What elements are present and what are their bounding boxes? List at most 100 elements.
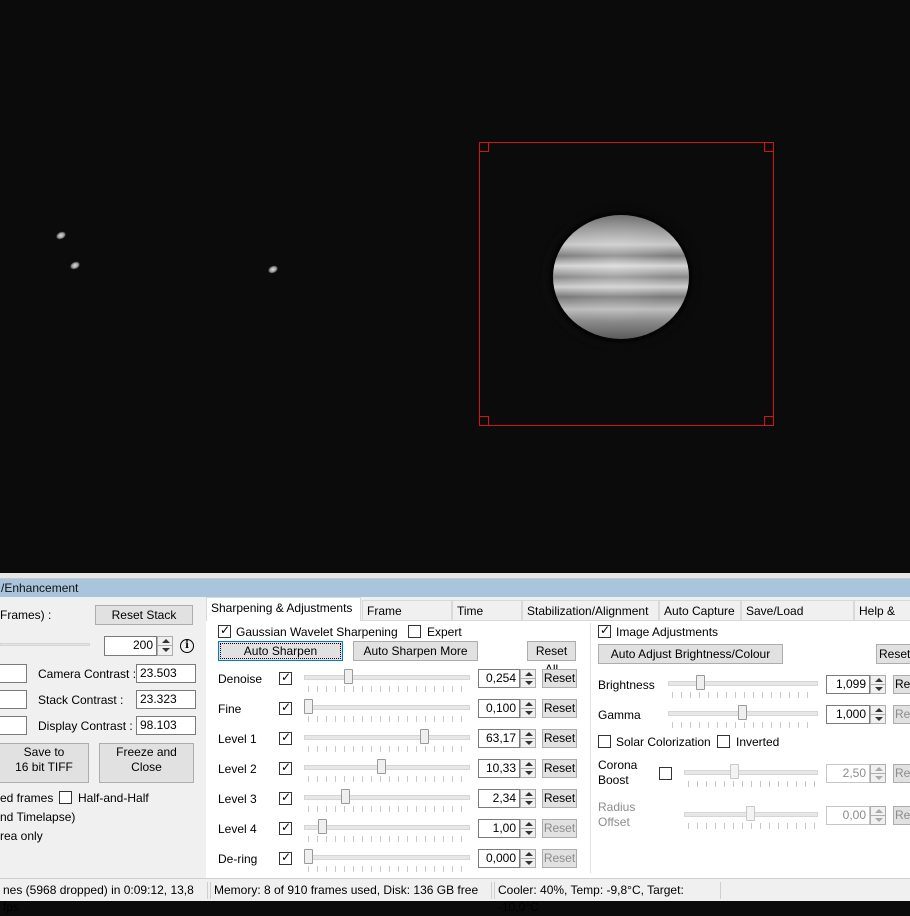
gamma-reset-button[interactable]: Res xyxy=(893,705,910,724)
sharpen-input-fine[interactable]: 0,100 xyxy=(478,699,520,718)
tab-sharpening-adjustments[interactable]: Sharpening & Adjustments xyxy=(206,597,361,621)
sharpen-enable-level-3[interactable] xyxy=(279,790,292,805)
frames-text: ed frames xyxy=(0,791,54,805)
inverted-checkbox[interactable] xyxy=(717,735,730,748)
sharpen-track-level-4[interactable] xyxy=(304,825,470,830)
brightness-thumb[interactable] xyxy=(696,675,705,690)
sharpen-spinner-level-1[interactable] xyxy=(520,729,536,748)
sharpen-thumb-level-1[interactable] xyxy=(420,729,429,744)
reset-stack-button[interactable]: Reset Stack xyxy=(95,605,193,625)
roi-handle-top-right[interactable] xyxy=(764,142,774,152)
tab-time-lapse[interactable]: Time Lapse xyxy=(452,600,522,638)
gamma-thumb[interactable] xyxy=(738,705,747,720)
sharpen-label-denoise: Denoise xyxy=(218,672,263,686)
sharpen-track-level-2[interactable] xyxy=(304,765,470,770)
sharpen-reset-de-ring[interactable]: Reset xyxy=(542,849,577,868)
adjust-reset-button[interactable]: Reset xyxy=(876,644,910,664)
sharpen-thumb-level-2[interactable] xyxy=(377,759,386,774)
sharpen-enable-level-4[interactable] xyxy=(279,820,292,835)
sharpen-ticks-level-4 xyxy=(308,836,468,842)
sharpen-input-de-ring[interactable]: 0,000 xyxy=(478,849,520,868)
corona-track[interactable] xyxy=(684,770,818,775)
half-and-half-checkbox[interactable] xyxy=(59,791,72,804)
radius-spinner[interactable] xyxy=(870,806,886,825)
sharpen-spinner-fine[interactable] xyxy=(520,699,536,718)
sharpen-reset-level-3[interactable]: Reset xyxy=(542,789,577,808)
corona-input[interactable]: 2,50 xyxy=(826,764,870,783)
radius-ticks xyxy=(688,823,816,829)
sharpen-thumb-fine[interactable] xyxy=(304,699,313,714)
sharpen-spinner-de-ring[interactable] xyxy=(520,849,536,868)
radius-input[interactable]: 0,00 xyxy=(826,806,870,825)
sharpen-input-level-4[interactable]: 1,00 xyxy=(478,819,520,838)
sharpen-reset-level-4[interactable]: Reset xyxy=(542,819,577,838)
sharpen-spinner-denoise[interactable] xyxy=(520,669,536,688)
sharpen-enable-level-2[interactable] xyxy=(279,760,292,775)
sharpen-thumb-level-3[interactable] xyxy=(341,789,350,804)
live-preview[interactable] xyxy=(0,0,910,573)
sharpen-input-level-2[interactable]: 10,33 xyxy=(478,759,520,778)
sharpen-track-level-3[interactable] xyxy=(304,795,470,800)
moon-1 xyxy=(54,230,68,241)
tab-stabilization-alignment[interactable]: Stabilization/Alignment xyxy=(522,600,659,620)
sharpen-enable-level-1[interactable] xyxy=(279,730,292,745)
brightness-spinner[interactable] xyxy=(870,675,886,694)
sharpen-spinner-level-2[interactable] xyxy=(520,759,536,778)
sharpen-track-fine[interactable] xyxy=(304,705,470,710)
gamma-input[interactable]: 1,000 xyxy=(826,705,870,724)
stack-size-input[interactable]: 200 xyxy=(104,636,157,656)
sharpen-reset-denoise[interactable]: Reset xyxy=(542,669,577,688)
corona-reset-button[interactable]: Res xyxy=(893,764,910,783)
stack-slider-track[interactable] xyxy=(0,643,90,646)
sharpen-thumb-denoise[interactable] xyxy=(344,669,353,684)
solar-colorization-checkbox[interactable] xyxy=(598,735,611,748)
auto-adjust-button[interactable]: Auto Adjust Brightness/Colour xyxy=(598,644,783,664)
sharpen-input-level-1[interactable]: 63,17 xyxy=(478,729,520,748)
radius-reset-button[interactable]: Res xyxy=(893,806,910,825)
sharpen-enable-denoise[interactable] xyxy=(279,670,292,685)
sharpen-reset-level-1[interactable]: Reset xyxy=(542,729,577,748)
roi-handle-bottom-right[interactable] xyxy=(764,416,774,426)
corona-boost-label: Corona Boost xyxy=(598,758,638,787)
info-icon[interactable]: i xyxy=(180,639,194,653)
freeze-close-button[interactable]: Freeze and Close xyxy=(99,743,194,783)
gamma-spinner[interactable] xyxy=(870,705,886,724)
save-tiff-button[interactable]: Save to 16 bit TIFF xyxy=(0,743,89,783)
tab-auto-capture[interactable]: Auto Capture xyxy=(659,600,741,620)
image-adjustments-checkbox[interactable] xyxy=(598,623,611,638)
radius-thumb[interactable] xyxy=(746,806,755,821)
sharpen-enable-de-ring[interactable] xyxy=(279,850,292,865)
sharpen-thumb-de-ring[interactable] xyxy=(304,849,313,864)
auto-sharpen-button[interactable]: Auto Sharpen xyxy=(218,641,343,661)
gaussian-wavelet-checkbox[interactable] xyxy=(218,623,231,638)
sharpen-spinner-level-3[interactable] xyxy=(520,789,536,808)
brightness-track[interactable] xyxy=(668,681,818,686)
tab-frame-filtering[interactable]: Frame Filtering xyxy=(362,600,452,638)
stack-size-spinner[interactable] xyxy=(157,636,173,656)
sharpen-track-de-ring[interactable] xyxy=(304,855,470,860)
radius-offset-label: Radius Offset xyxy=(598,800,636,829)
sharpen-input-denoise[interactable]: 0,254 xyxy=(478,669,520,688)
sharpen-thumb-level-4[interactable] xyxy=(318,819,327,834)
display-contrast-label: Display Contrast : xyxy=(38,719,133,733)
sharpen-input-level-3[interactable]: 2,34 xyxy=(478,789,520,808)
sharpen-track-denoise[interactable] xyxy=(304,675,470,680)
corona-boost-checkbox[interactable] xyxy=(659,767,672,780)
roi-handle-top-left[interactable] xyxy=(479,142,489,152)
tab-help-info[interactable]: Help & In xyxy=(854,600,910,620)
expert-checkbox[interactable] xyxy=(408,625,421,638)
roi-selection-box[interactable] xyxy=(479,142,774,426)
sharpen-track-level-1[interactable] xyxy=(304,735,470,740)
sharpen-reset-fine[interactable]: Reset xyxy=(542,699,577,718)
roi-handle-bottom-left[interactable] xyxy=(479,416,489,426)
sharpen-spinner-level-4[interactable] xyxy=(520,819,536,838)
corona-spinner[interactable] xyxy=(870,764,886,783)
sharpen-reset-level-2[interactable]: Reset xyxy=(542,759,577,778)
brightness-input[interactable]: 1,099 xyxy=(826,675,870,694)
corona-thumb[interactable] xyxy=(730,764,739,779)
reset-all-button[interactable]: Reset All xyxy=(527,641,576,676)
sharpen-enable-fine[interactable] xyxy=(279,700,292,715)
brightness-reset-button[interactable]: Res xyxy=(893,675,910,694)
auto-sharpen-more-button[interactable]: Auto Sharpen More xyxy=(353,641,478,661)
tab-save-load-settings[interactable]: Save/Load Settings xyxy=(741,600,854,638)
